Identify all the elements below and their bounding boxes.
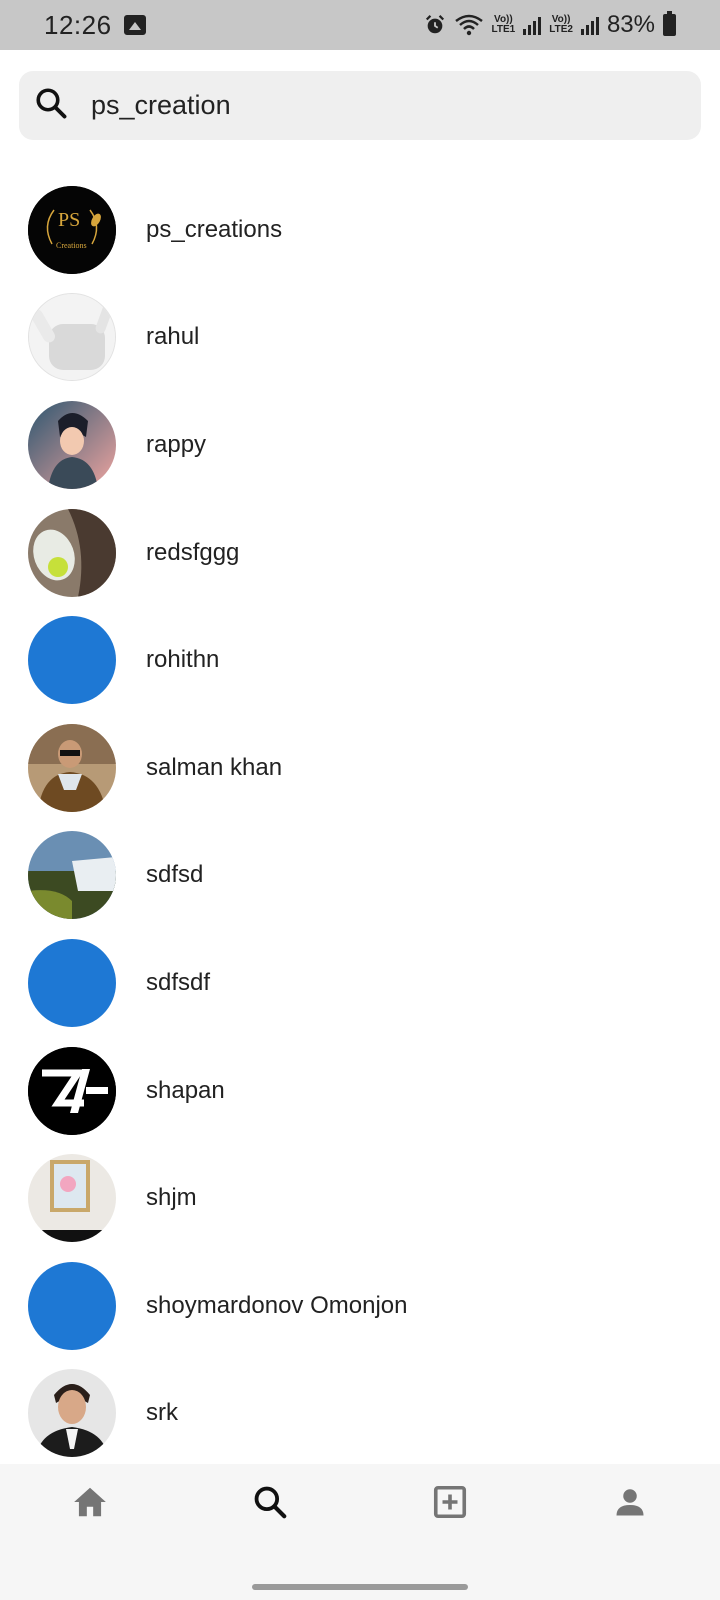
sim1-lte-label: LTE1	[491, 24, 516, 35]
nav-search-button[interactable]	[240, 1474, 300, 1534]
search-bar[interactable]	[19, 71, 701, 140]
list-item[interactable]: salman khan	[0, 714, 720, 822]
list-item[interactable]: sdfsd	[0, 822, 720, 930]
waterfall-photo	[28, 831, 116, 920]
nav-items	[0, 1464, 720, 1544]
home-icon	[71, 1484, 109, 1525]
list-item[interactable]: redsfggg	[0, 499, 720, 607]
username: redsfggg	[146, 538, 240, 566]
profile-icon	[612, 1484, 648, 1525]
search-icon	[33, 85, 69, 126]
avatar	[28, 616, 116, 705]
avatar: PS Creations	[28, 185, 116, 274]
avatar	[28, 1369, 116, 1458]
sim2-indicator: Vo)) LTE2	[549, 13, 573, 37]
frame-photo	[28, 1154, 116, 1243]
username: sdfsdf	[146, 968, 211, 996]
avatar	[28, 293, 116, 382]
list-item[interactable]: rahul	[0, 284, 720, 392]
username: shjm	[146, 1184, 197, 1212]
zi-logo	[28, 1046, 116, 1135]
avatar	[28, 400, 116, 489]
list-item[interactable]: shapan	[0, 1037, 720, 1145]
list-item[interactable]: shjm	[0, 1144, 720, 1252]
username: rahul	[146, 323, 200, 351]
anime-boy	[28, 400, 116, 489]
ps-creations-logo: PS Creations	[28, 185, 116, 274]
home-indicator[interactable]	[252, 1584, 468, 1590]
svg-text:PS: PS	[58, 209, 80, 231]
wifi-icon	[454, 13, 484, 37]
username: shoymardonov Omonjon	[146, 1291, 408, 1319]
username: shapan	[146, 1076, 225, 1104]
username: salman khan	[146, 753, 283, 781]
sim1-indicator: Vo)) LTE1	[492, 13, 516, 37]
avatar	[28, 1154, 116, 1243]
username: ps_creations	[146, 215, 283, 243]
nav-profile-button[interactable]	[600, 1474, 660, 1534]
search-icon	[251, 1483, 289, 1526]
bottom-nav	[0, 1464, 720, 1600]
signal-2-icon	[580, 13, 599, 37]
avatar	[28, 723, 116, 812]
signal-1-icon	[523, 13, 542, 37]
svg-text:Creations: Creations	[56, 241, 87, 250]
status-left: 12:26	[44, 10, 146, 41]
username: rohithn	[146, 646, 220, 674]
avatar	[28, 1261, 116, 1350]
gadget-photo	[28, 508, 116, 597]
avatar	[28, 938, 116, 1027]
battery-percentage: 83%	[606, 11, 655, 38]
list-item[interactable]: srk	[0, 1360, 720, 1468]
username: srk	[146, 1399, 178, 1427]
battery-icon	[663, 11, 676, 36]
sim2-lte-label: LTE2	[549, 24, 573, 35]
username: rappy	[146, 430, 207, 458]
list-item[interactable]: rappy	[0, 391, 720, 499]
avatar	[28, 1046, 116, 1135]
status-right: Vo)) LTE1 Vo)) LTE2 83%	[424, 11, 676, 39]
username: sdfsd	[146, 861, 204, 889]
person-photo-2	[28, 1369, 116, 1458]
status-time: 12:26	[44, 9, 112, 40]
user-list: PS Creations ps_creations rahul rappy re…	[0, 176, 720, 1467]
status-bar: 12:26 Vo)) LTE1 Vo)) LTE2 83%	[0, 0, 720, 50]
nav-add-button[interactable]	[420, 1474, 480, 1534]
nav-home-button[interactable]	[60, 1474, 120, 1534]
list-item[interactable]: shoymardonov Omonjon	[0, 1252, 720, 1360]
add-post-icon	[432, 1484, 468, 1525]
person-photo	[28, 723, 116, 812]
list-item[interactable]: rohithn	[0, 606, 720, 714]
gallery-notification-icon	[123, 15, 146, 35]
list-item[interactable]: sdfsdf	[0, 929, 720, 1037]
avatar	[28, 508, 116, 597]
search-input[interactable]	[91, 90, 651, 121]
list-item[interactable]: PS Creations ps_creations	[0, 176, 720, 284]
alarm-icon	[424, 13, 446, 37]
avatar	[28, 831, 116, 920]
earbuds-photo	[29, 294, 115, 381]
